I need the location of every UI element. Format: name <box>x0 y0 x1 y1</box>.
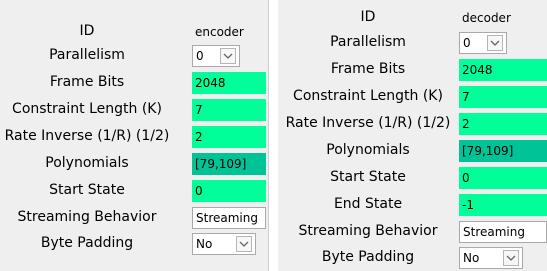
id-label: ID <box>360 9 376 25</box>
decoder-start-state-input[interactable]: 0 <box>459 167 547 189</box>
encoder-polynomials-row: Polynomials [79,109] <box>0 152 268 175</box>
encoder-properties-panel: ID encoder Parallelism 0 Frame Bits 2048… <box>0 0 269 271</box>
decoder-id-row: ID decoder <box>278 6 547 29</box>
rate-inverse-label: Rate Inverse (1/R) (1/2) <box>4 128 170 144</box>
decoder-parallelism-dropdown[interactable]: 0 <box>459 32 507 54</box>
byte-padding-label: Byte Padding <box>40 235 134 251</box>
parallelism-selected-value: 0 <box>463 36 471 50</box>
encoder-constraint-length-row: Constraint Length (K) 7 <box>0 98 268 121</box>
encoder-constraint-length-input[interactable]: 7 <box>192 99 266 121</box>
encoder-parallelism-row: Parallelism 0 <box>0 44 268 67</box>
encoder-rate-inverse-row: Rate Inverse (1/R) (1/2) 2 <box>0 125 268 148</box>
decoder-frame-bits-row: Frame Bits 2048 <box>278 58 547 81</box>
decoder-constraint-length-input[interactable]: 7 <box>459 86 547 108</box>
decoder-end-state-row: End State -1 <box>278 193 547 216</box>
polynomials-label: Polynomials <box>326 142 410 158</box>
decoder-streaming-behavior-row: Streaming Behavior Streaming <box>278 220 547 243</box>
streaming-behavior-selected-value: Streaming <box>196 211 258 225</box>
parallelism-label: Parallelism <box>49 47 125 63</box>
decoder-polynomials-input[interactable]: [79,109] <box>459 140 547 162</box>
start-state-label: Start State <box>49 182 125 198</box>
encoder-streaming-behavior-row: Streaming Behavior Streaming <box>0 206 268 229</box>
streaming-behavior-label: Streaming Behavior <box>17 209 157 225</box>
id-label: ID <box>79 23 95 39</box>
encoder-parallelism-dropdown[interactable]: 0 <box>192 45 240 67</box>
decoder-end-state-input[interactable]: -1 <box>459 194 547 216</box>
constraint-length-label: Constraint Length (K) <box>12 101 162 117</box>
decoder-id-value: decoder <box>459 7 547 29</box>
decoder-parallelism-row: Parallelism 0 <box>278 31 547 54</box>
decoder-frame-bits-input[interactable]: 2048 <box>459 59 547 81</box>
decoder-byte-padding-row: Byte Padding No <box>278 246 547 269</box>
decoder-rate-inverse-input[interactable]: 2 <box>459 113 547 135</box>
chevron-down-icon[interactable] <box>503 250 519 266</box>
encoder-rate-inverse-input[interactable]: 2 <box>192 126 266 148</box>
decoder-properties-panel: ID decoder Parallelism 0 Frame Bits 2048… <box>278 0 547 271</box>
chevron-down-icon[interactable] <box>487 35 503 51</box>
parallelism-selected-value: 0 <box>196 49 204 63</box>
decoder-streaming-behavior-dropdown[interactable]: Streaming <box>459 221 547 243</box>
polynomials-label: Polynomials <box>45 155 129 171</box>
decoder-start-state-row: Start State 0 <box>278 166 547 189</box>
streaming-behavior-selected-value: Streaming <box>463 225 525 239</box>
frame-bits-label: Frame Bits <box>49 74 125 90</box>
decoder-polynomials-row: Polynomials [79,109] <box>278 139 547 162</box>
encoder-id-value: encoder <box>192 21 266 43</box>
decoder-constraint-length-row: Constraint Length (K) 7 <box>278 85 547 108</box>
encoder-byte-padding-row: Byte Padding No <box>0 232 268 255</box>
encoder-frame-bits-row: Frame Bits 2048 <box>0 71 268 94</box>
encoder-polynomials-input[interactable]: [79,109] <box>192 153 266 175</box>
encoder-id-row: ID encoder <box>0 20 268 43</box>
encoder-streaming-behavior-dropdown[interactable]: Streaming <box>192 207 266 229</box>
frame-bits-label: Frame Bits <box>330 61 406 77</box>
encoder-start-state-row: Start State 0 <box>0 179 268 202</box>
encoder-start-state-input[interactable]: 0 <box>192 180 266 202</box>
constraint-length-label: Constraint Length (K) <box>293 88 443 104</box>
byte-padding-label: Byte Padding <box>321 249 415 265</box>
byte-padding-selected-value: No <box>196 237 213 251</box>
decoder-rate-inverse-row: Rate Inverse (1/R) (1/2) 2 <box>278 112 547 135</box>
rate-inverse-label: Rate Inverse (1/R) (1/2) <box>285 115 451 131</box>
start-state-label: Start State <box>330 169 406 185</box>
encoder-byte-padding-dropdown[interactable]: No <box>192 233 256 255</box>
streaming-behavior-label: Streaming Behavior <box>298 223 438 239</box>
end-state-label: End State <box>333 196 403 212</box>
parallelism-label: Parallelism <box>330 34 406 50</box>
byte-padding-selected-value: No <box>463 251 480 265</box>
chevron-down-icon[interactable] <box>236 236 252 252</box>
encoder-frame-bits-input[interactable]: 2048 <box>192 72 266 94</box>
decoder-byte-padding-dropdown[interactable]: No <box>459 247 523 269</box>
chevron-down-icon[interactable] <box>220 48 236 64</box>
